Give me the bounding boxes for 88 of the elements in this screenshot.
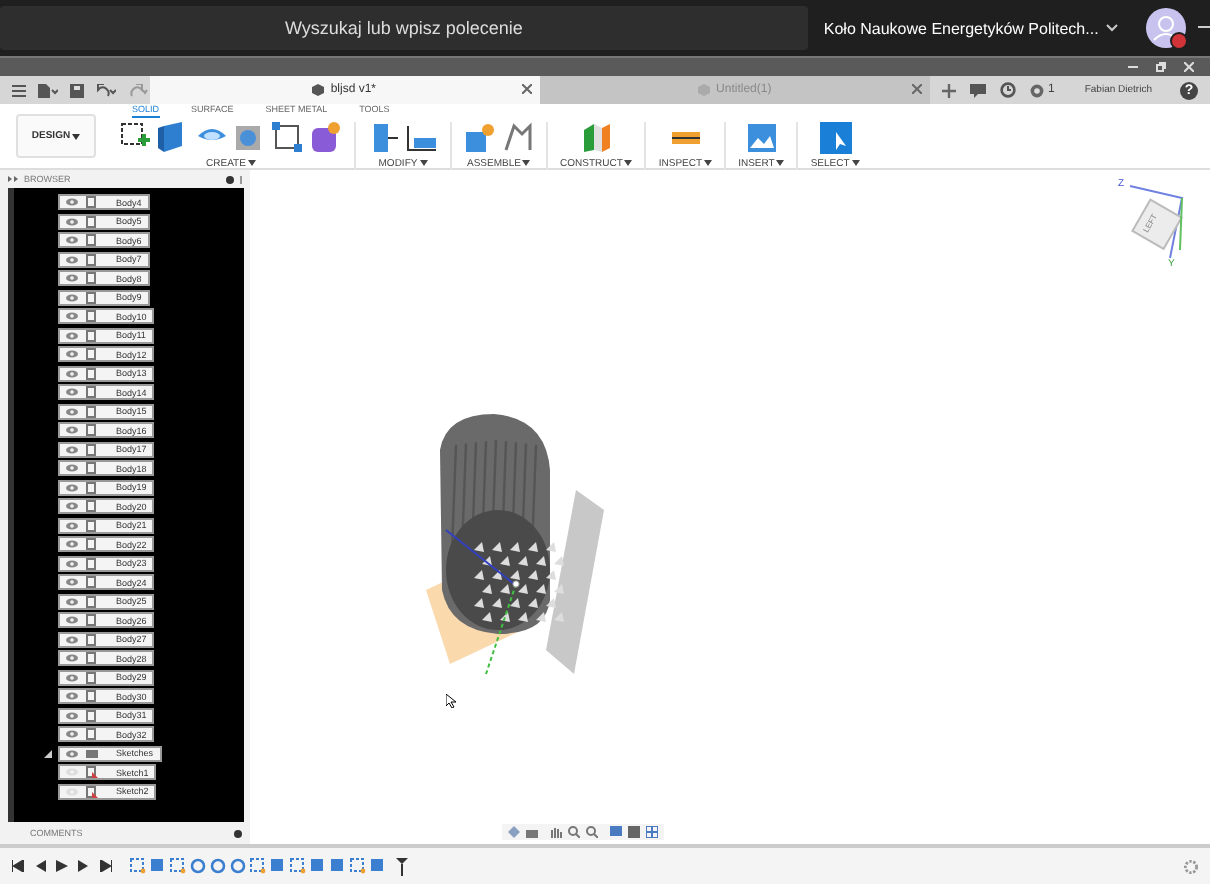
timeline-sketch-icon[interactable] (250, 858, 266, 874)
timeline-body-icon[interactable] (150, 858, 166, 874)
skip-end-icon[interactable] (100, 860, 112, 872)
save-icon[interactable] (70, 83, 84, 97)
eye-icon[interactable] (66, 445, 78, 453)
collapse-icon[interactable] (8, 176, 18, 182)
job-status-icon[interactable] (1030, 83, 1044, 97)
cube-icon (312, 84, 325, 96)
plus-icon[interactable] (942, 83, 956, 97)
sketch-icon (86, 785, 98, 797)
eye-icon[interactable] (66, 331, 78, 339)
plane-icon[interactable] (580, 121, 613, 153)
timeline-body-icon[interactable] (370, 858, 386, 874)
team-name[interactable]: Koło Naukowe Energetyków Politech... (823, 19, 1099, 37)
eye-icon[interactable] (66, 711, 78, 719)
eye-icon[interactable] (66, 236, 78, 244)
redo-icon[interactable] (128, 83, 148, 97)
marker-icon[interactable] (396, 857, 408, 875)
caret-icon (522, 160, 531, 166)
eye-icon[interactable] (66, 483, 78, 491)
search-field[interactable]: Wyszukaj lub wpisz polecenie (0, 6, 808, 50)
skip-start-icon[interactable] (12, 860, 24, 872)
sketch-icon (86, 766, 98, 778)
step-back-icon[interactable] (34, 860, 46, 872)
cube-icon (698, 84, 711, 96)
eye-icon[interactable] (66, 255, 78, 263)
timeline-sketch-icon[interactable] (130, 858, 146, 874)
zoom-window-icon[interactable] (568, 826, 580, 838)
timeline-sketch-icon[interactable] (290, 858, 306, 874)
caret-icon (72, 133, 81, 139)
caret-icon (851, 160, 860, 166)
pattern-icon[interactable] (272, 121, 304, 153)
file-icon[interactable] (38, 83, 58, 97)
cursor-icon (446, 694, 456, 708)
eye-icon[interactable] (66, 464, 78, 472)
eye-icon[interactable] (66, 388, 78, 396)
timeline-sketch-icon[interactable] (350, 858, 366, 874)
eye-icon[interactable] (66, 293, 78, 301)
eye-icon[interactable] (66, 407, 78, 415)
timeline-sketch-icon[interactable] (170, 858, 186, 874)
eye-icon[interactable] (66, 502, 78, 510)
caret-icon (247, 160, 256, 166)
eye-icon[interactable] (66, 274, 78, 282)
caret-icon (776, 160, 785, 166)
eye-icon[interactable] (66, 540, 78, 548)
minimize-icon[interactable] (1198, 26, 1210, 30)
eye-icon[interactable] (66, 217, 78, 225)
expand-arrow-icon[interactable] (44, 749, 52, 757)
eye-icon[interactable] (66, 635, 78, 643)
eye-icon[interactable] (66, 654, 78, 662)
eye-icon[interactable] (66, 597, 78, 605)
close-icon[interactable] (912, 84, 922, 94)
eye-icon[interactable] (66, 198, 78, 206)
eye-icon[interactable] (66, 426, 78, 434)
eye-icon[interactable] (66, 749, 78, 757)
pin-icon[interactable] (234, 829, 242, 837)
grid-menu-icon[interactable] (12, 83, 26, 97)
avatar[interactable] (1146, 8, 1186, 48)
grid-icon[interactable] (646, 826, 658, 838)
eye-icon[interactable] (66, 673, 78, 681)
zoom-icon[interactable] (586, 826, 598, 838)
timeline-body-icon[interactable] (270, 858, 286, 874)
eye-icon[interactable] (66, 559, 78, 567)
eye-icon[interactable] (66, 521, 78, 529)
undo-icon[interactable] (96, 83, 116, 97)
eye-icon[interactable] (66, 730, 78, 738)
eye-icon[interactable] (66, 312, 78, 320)
eye-icon[interactable] (66, 369, 78, 377)
eye-icon[interactable] (66, 350, 78, 358)
step-forward-icon[interactable] (78, 860, 90, 872)
chat-icon[interactable] (970, 83, 986, 97)
play-icon[interactable] (56, 860, 68, 872)
close-icon[interactable] (521, 84, 532, 94)
clock-icon[interactable] (1000, 82, 1016, 98)
image-icon[interactable] (745, 121, 778, 153)
caret-icon (624, 160, 633, 166)
settings-icon[interactable] (1184, 859, 1198, 873)
eye-icon[interactable] (66, 616, 78, 624)
caret-icon[interactable] (1106, 24, 1119, 32)
component-icon[interactable] (464, 121, 496, 153)
caret-icon (704, 160, 713, 166)
pin-icon[interactable] (226, 175, 234, 183)
cursor-icon[interactable] (819, 121, 852, 153)
caret-icon (419, 160, 428, 166)
restore-icon[interactable] (1156, 62, 1166, 72)
eye-icon[interactable] (66, 692, 78, 700)
eye-icon[interactable] (66, 578, 78, 586)
folder-icon (86, 747, 98, 759)
